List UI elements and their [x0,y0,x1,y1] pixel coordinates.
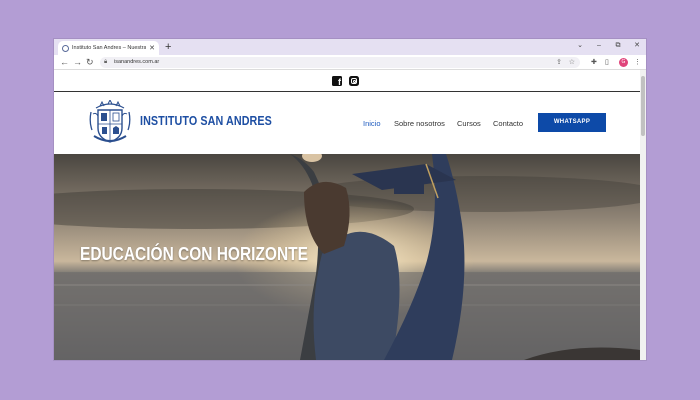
tab-title: Instituto San Andres – Nuestra Ins [72,45,147,51]
back-button[interactable]: ← [60,56,69,68]
restore-button[interactable]: ⧉ [613,41,623,51]
whatsapp-button[interactable]: WHATSAPP [538,113,606,132]
nav-inicio[interactable]: Inicio [363,119,381,128]
browser-toolbar: ← → ↻ 🔒︎ isanandres.com.ar ⇪ ☆ ✚ ▯ G ⋮ [54,55,646,70]
minimize-button[interactable]: – [594,41,604,51]
profile-avatar[interactable]: G [619,58,628,67]
browser-window: Instituto San Andres – Nuestra Ins ✕ + ⌄… [54,39,646,360]
nav-contacto[interactable]: Contacto [493,119,523,128]
brand-name[interactable]: INSTITUTO SAN ANDRES [140,114,272,128]
tab-search-icon[interactable]: ⌄ [575,41,585,51]
close-window-button[interactable]: ✕ [632,41,642,51]
instagram-icon[interactable] [349,76,359,86]
browser-tab[interactable]: Instituto San Andres – Nuestra Ins ✕ [58,41,159,55]
share-icon[interactable]: ⇪ [556,57,562,68]
scrollbar[interactable] [640,70,646,360]
tab-close-icon[interactable]: ✕ [149,44,155,52]
scrollbar-thumb[interactable] [641,76,645,136]
school-crest-logo[interactable] [88,100,132,146]
url-text[interactable]: isanandres.com.ar [114,57,159,68]
page-viewport: f INSTITUTO SAN ANDRES Inicio Sobre noso… [54,70,640,360]
bookmark-star-icon[interactable]: ☆ [569,57,575,68]
menu-kebab-icon[interactable]: ⋮ [634,57,641,68]
hero-banner: EDUCACIÓN CON HORIZONTE [54,154,640,360]
nav-cursos[interactable]: Cursos [457,119,481,128]
forward-button[interactable]: → [73,56,82,68]
hero-title: EDUCACIÓN CON HORIZONTE [80,244,308,264]
social-bar: f [54,70,640,92]
reload-button[interactable]: ↻ [86,56,94,68]
favicon-icon [62,44,69,52]
tab-strip: Instituto San Andres – Nuestra Ins ✕ + ⌄… [54,39,646,55]
facebook-icon[interactable]: f [332,76,342,86]
new-tab-button[interactable]: + [165,40,171,54]
extensions-icon[interactable]: ✚ [591,57,597,68]
address-bar[interactable]: 🔒︎ isanandres.com.ar ⇪ ☆ [100,57,580,68]
window-controls: ⌄ – ⧉ ✕ [575,41,642,51]
site-header: INSTITUTO SAN ANDRES Inicio Sobre nosotr… [54,93,640,154]
side-panel-icon[interactable]: ▯ [605,57,609,68]
lock-icon[interactable]: 🔒︎ [104,59,111,66]
nav-sobre-nosotros[interactable]: Sobre nosotros [394,119,445,128]
